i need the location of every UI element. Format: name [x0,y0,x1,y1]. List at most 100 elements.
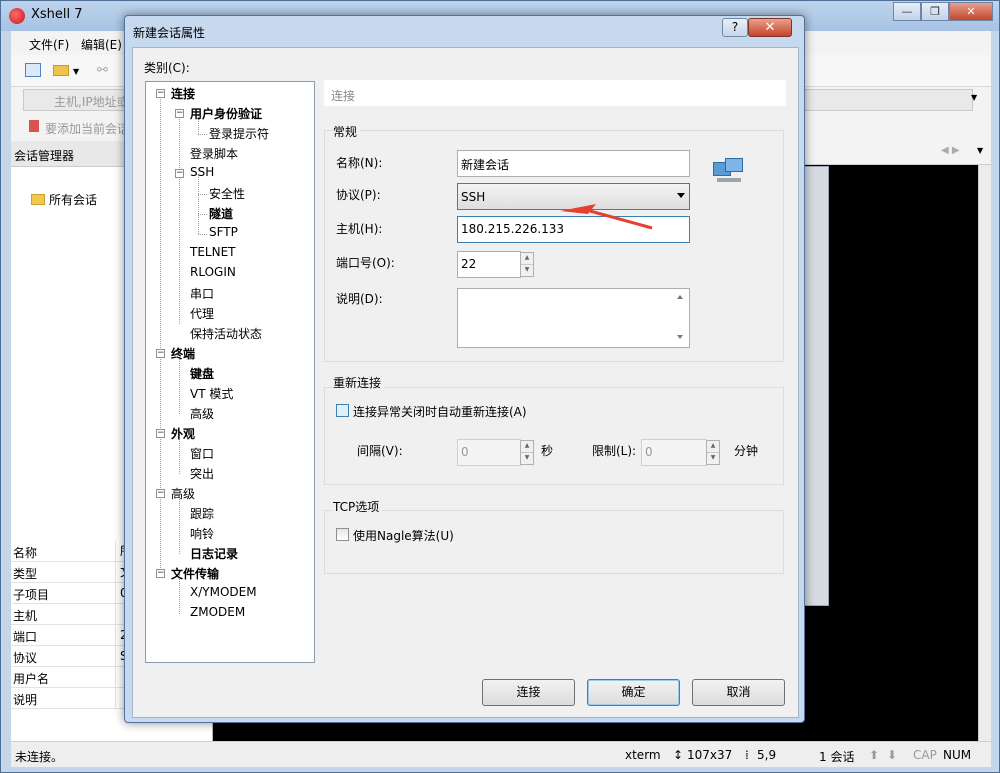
all-sessions-label: 所有会话 [49,193,98,207]
tree-item-telnet[interactable]: TELNET [190,245,236,259]
tcp-legend: TCP选项 [333,498,383,515]
interval-unit: 秒 [541,444,554,458]
tree-item-ssh[interactable]: SSH [190,165,214,179]
tree-item-keep-alive[interactable]: 保持活动状态 [190,325,262,342]
help-button[interactable]: ? [722,18,748,37]
tree-item-security[interactable]: 安全性 [209,185,245,202]
tree-item-vt-mode[interactable]: VT 模式 [190,385,233,402]
host-field[interactable]: 180.215.226.133 [457,216,690,243]
terminal-type: xterm [625,748,661,762]
port-field[interactable]: 22 [457,251,521,278]
arrow-up-icon[interactable]: ⬆ [869,748,879,762]
xshell-app-icon [9,8,25,24]
auto-reconnect-checkbox[interactable] [336,404,349,417]
tree-toggle[interactable]: − [156,349,165,358]
prop-key: 类型 [13,567,38,581]
link-icon[interactable]: ⚯ [97,63,108,78]
main-close-button[interactable]: ✕ [949,2,993,21]
terminal-scrollbar[interactable] [978,165,991,741]
tree-item-terminal[interactable]: 终端 [171,345,195,362]
nagle-checkbox[interactable] [336,528,349,541]
dialog-title: 新建会话属性 [133,26,206,40]
reconnect-legend: 重新连接 [333,374,385,391]
name-label: 名称(N): [336,156,383,170]
tree-item-keyboard[interactable]: 键盘 [190,365,214,382]
protocol-select[interactable]: SSH [457,183,690,210]
tree-item-xymodem[interactable]: X/YMODEM [190,585,257,599]
tree-item-login-prompts[interactable]: 登录提示符 [209,125,269,142]
name-field[interactable]: 新建会话 [457,150,690,177]
resize-icon: ↕ [673,748,684,762]
new-session-icon[interactable] [25,63,41,77]
tree-item-trace[interactable]: 跟踪 [190,505,214,522]
tab-prev-icon[interactable]: ◀ ▶ [941,145,960,156]
tree-item-serial[interactable]: 串口 [190,285,214,302]
session-count: 1 会话 [819,750,855,764]
tree-item-logging[interactable]: 日志记录 [190,545,238,562]
arrow-down-icon[interactable]: ⬇ [887,748,897,762]
network-computer-icon [713,158,745,188]
tree-item-advanced[interactable]: 高级 [171,485,195,502]
address-dropdown-icon[interactable]: ▼ [971,93,977,102]
tree-item-tunneling[interactable]: 隧道 [209,205,233,222]
connection-status: 未连接。 [15,750,64,764]
new-session-dialog: 新建会话属性 ? ✕ 类别(C): − 连接 − 用户身份验证 登录提示符 登录… [124,15,805,723]
tree-item-highlight[interactable]: 突出 [190,465,214,482]
cursor-position: 5,9 [757,748,777,762]
nagle-label[interactable]: 使用Nagle算法(U) [353,527,454,544]
interval-stepper[interactable]: ▲ ▼ [520,440,534,465]
tree-toggle[interactable]: − [156,489,165,498]
tree-item-rlogin[interactable]: RLOGIN [190,265,236,279]
tree-item-bell[interactable]: 响铃 [190,525,214,542]
connect-button[interactable]: 连接 [482,679,575,706]
prop-key: 端口 [13,630,38,644]
all-sessions-folder[interactable]: 所有会话 [31,191,97,208]
auto-reconnect-label[interactable]: 连接异常关闭时自动重新连接(A) [353,403,527,420]
tree-item-appearance[interactable]: 外观 [171,425,195,442]
tree-toggle[interactable]: − [156,89,165,98]
limit-stepper[interactable]: ▲ ▼ [706,440,720,465]
description-field[interactable] [457,288,690,348]
prop-key: 说明 [13,693,38,707]
add-session-hint[interactable]: 要添加当前会话 [45,120,129,137]
chevron-down-icon[interactable]: ▼ [73,67,79,76]
tree-item-terminal-advanced[interactable]: 高级 [190,405,214,422]
minimize-button[interactable]: — [893,2,921,21]
tree-toggle[interactable]: − [156,429,165,438]
prop-value [115,667,120,688]
tree-toggle[interactable]: − [156,569,165,578]
ok-button[interactable]: 确定 [587,679,680,706]
maximize-button[interactable]: ❐ [921,2,949,21]
tree-item-zmodem[interactable]: ZMODEM [190,605,245,619]
scroll-up-icon[interactable] [677,295,683,299]
tab-menu-icon[interactable]: ▼ [977,146,983,155]
tree-item-window[interactable]: 窗口 [190,445,214,462]
caps-indicator: CAP [913,748,937,762]
menu-edit[interactable]: 编辑(E) [81,36,122,53]
cancel-button[interactable]: 取消 [692,679,785,706]
category-label: 类别(C): [144,61,190,75]
dialog-close-button[interactable]: ✕ [748,18,792,37]
limit-label: 限制(L): [592,444,637,458]
tree-toggle[interactable]: − [175,109,184,118]
limit-unit: 分钟 [734,444,759,458]
menu-file[interactable]: 文件(F) [29,36,69,53]
tree-item-file-transfer[interactable]: 文件传输 [171,565,219,582]
tree-item-login-scripts[interactable]: 登录脚本 [190,145,238,162]
tree-item-proxy[interactable]: 代理 [190,305,214,322]
prop-key: 主机 [13,609,38,623]
open-folder-icon[interactable] [53,65,69,76]
general-legend: 常规 [333,123,361,140]
tree-toggle[interactable]: − [175,169,184,178]
interval-field[interactable]: 0 [457,439,521,466]
tree-item-sftp[interactable]: SFTP [209,225,238,239]
prop-key: 协议 [13,651,38,665]
tree-item-user-auth[interactable]: 用户身份验证 [190,105,262,122]
port-stepper[interactable]: ▲ ▼ [520,252,534,277]
prop-key: 子项目 [13,588,50,602]
host-label: 主机(H): [336,222,383,236]
scroll-down-icon[interactable] [677,335,683,339]
limit-field[interactable]: 0 [641,439,707,466]
tree-item-connection[interactable]: 连接 [171,85,195,102]
category-tree[interactable]: − 连接 − 用户身份验证 登录提示符 登录脚本 − SSH 安全性 隧道 SF… [145,81,315,663]
